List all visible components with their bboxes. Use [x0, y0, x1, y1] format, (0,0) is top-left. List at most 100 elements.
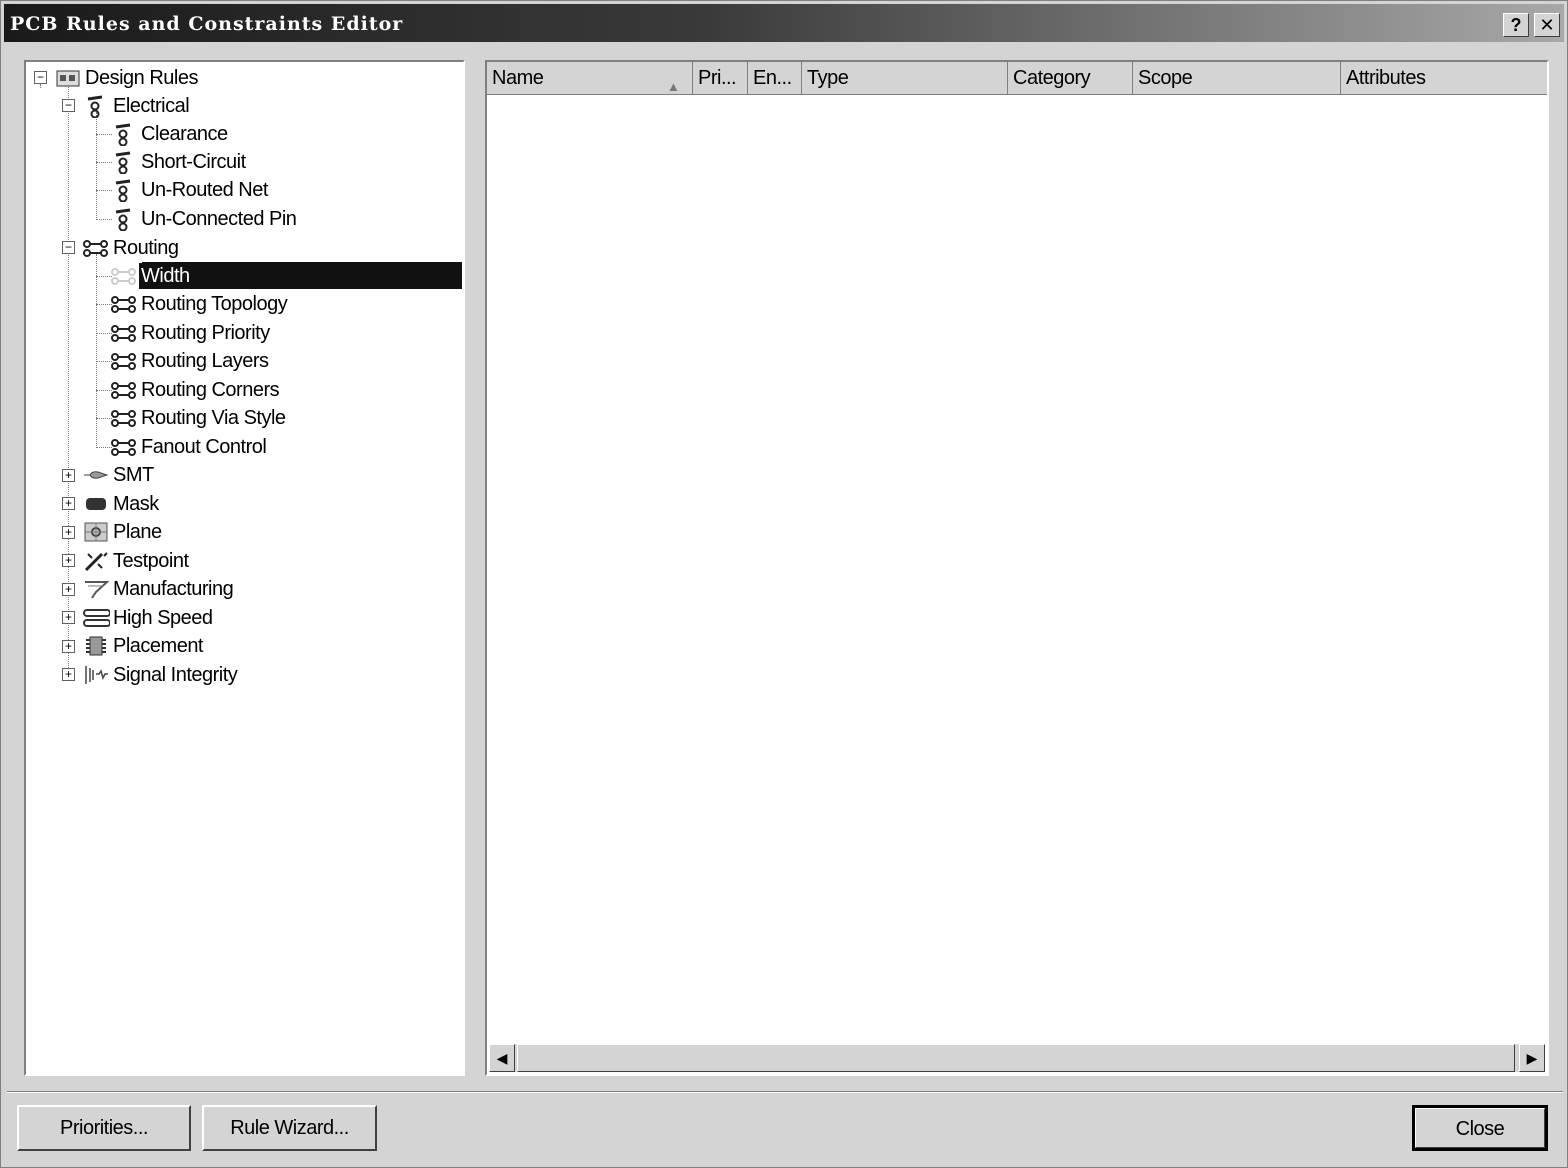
testpoint-icon	[82, 549, 110, 573]
routing-rule-icon	[110, 349, 138, 373]
help-button[interactable]: ?	[1503, 13, 1529, 37]
sort-ascending-icon: ▲	[667, 79, 680, 94]
horizontal-scrollbar[interactable]: ◀ ▶	[489, 1044, 1545, 1072]
tree-item-routing-corners[interactable]: Routing Corners	[110, 377, 281, 403]
tree-label: Signal Integrity	[113, 664, 238, 686]
tree-label: Routing Corners	[141, 379, 280, 401]
tree-item-placement[interactable]: Placement	[82, 633, 205, 659]
tree-item-routing-topology[interactable]: Routing Topology	[110, 291, 289, 317]
column-header-type[interactable]: Type	[802, 62, 1008, 94]
rules-editor-window: PCB Rules and Constraints Editor ? ✕ − D…	[0, 0, 1568, 1168]
column-header-category[interactable]: Category	[1008, 62, 1133, 94]
tree-label: Electrical	[113, 95, 190, 117]
tree-item-routing-via-style[interactable]: Routing Via Style	[110, 405, 288, 431]
manufacturing-icon	[82, 577, 110, 601]
expand-smt[interactable]: +	[62, 469, 75, 482]
expand-mask[interactable]: +	[62, 497, 75, 510]
tree-label: Design Rules	[85, 67, 198, 89]
scroll-left-button[interactable]: ◀	[489, 1044, 515, 1072]
tree-label: Fanout Control	[141, 436, 267, 458]
tree-label: SMT	[113, 464, 154, 486]
electrical-rule-icon	[110, 207, 138, 231]
smt-icon	[82, 463, 110, 487]
routing-rule-icon	[110, 378, 138, 402]
tree-label: Un-Connected Pin	[141, 208, 297, 230]
tree-item-routing-layers[interactable]: Routing Layers	[110, 348, 271, 374]
tree-item-electrical[interactable]: Electrical	[82, 93, 191, 119]
mask-icon	[82, 492, 110, 516]
tree-item-high-speed[interactable]: High Speed	[82, 605, 215, 631]
rule-wizard-button[interactable]: Rule Wizard...	[202, 1105, 377, 1151]
tree-item-un-connected-pin[interactable]: Un-Connected Pin	[110, 206, 298, 232]
placement-icon	[82, 634, 110, 658]
tree-item-width[interactable]: Width	[110, 263, 192, 289]
expand-manufacturing[interactable]: +	[62, 583, 75, 596]
tree-label: Routing Topology	[141, 293, 288, 315]
divider	[7, 1091, 1563, 1093]
tree-item-fanout-control[interactable]: Fanout Control	[110, 434, 268, 460]
electrical-icon	[82, 94, 110, 118]
tree-label: Clearance	[141, 123, 228, 145]
priorities-button[interactable]: Priorities...	[17, 1105, 191, 1151]
collapse-electrical[interactable]: −	[62, 99, 75, 112]
plane-icon	[82, 520, 110, 544]
tree-label: Routing Layers	[141, 350, 269, 372]
tree-item-un-routed-net[interactable]: Un-Routed Net	[110, 177, 270, 203]
tree-label: Routing Via Style	[141, 407, 286, 429]
design-rules-icon	[54, 66, 82, 90]
tree-label: Manufacturing	[113, 578, 234, 600]
tree-label: Un-Routed Net	[141, 179, 268, 201]
expand-placement[interactable]: +	[62, 640, 75, 653]
tree-item-routing-priority[interactable]: Routing Priority	[110, 320, 272, 346]
electrical-rule-icon	[110, 122, 138, 146]
column-label: Name	[492, 67, 544, 89]
expand-signal-integrity[interactable]: +	[62, 668, 75, 681]
tree-item-short-circuit[interactable]: Short-Circuit	[110, 149, 248, 175]
tree-label: Short-Circuit	[141, 151, 246, 173]
tree-label: Routing	[113, 237, 179, 259]
title-bar[interactable]: PCB Rules and Constraints Editor ? ✕	[4, 4, 1564, 42]
column-header-attributes[interactable]: Attributes	[1341, 62, 1547, 94]
list-header: Name ▲ Pri... En... Type Category Scope …	[487, 62, 1547, 95]
tree-item-signal-integrity[interactable]: Signal Integrity	[82, 662, 239, 688]
rules-tree[interactable]: − Design Rules − Electrical Clearance Sh…	[24, 60, 465, 1076]
column-header-scope[interactable]: Scope	[1133, 62, 1341, 94]
scroll-thumb[interactable]	[517, 1044, 1515, 1072]
tree-item-routing[interactable]: Routing	[82, 235, 180, 261]
scroll-right-button[interactable]: ▶	[1519, 1044, 1545, 1072]
tree-item-plane[interactable]: Plane	[82, 519, 164, 545]
tree-item-design-rules[interactable]: Design Rules	[54, 65, 200, 91]
collapse-design-rules[interactable]: −	[34, 71, 47, 84]
tree-label: Width	[139, 263, 192, 289]
column-header-enabled[interactable]: En...	[748, 62, 802, 94]
expand-high-speed[interactable]: +	[62, 611, 75, 624]
expand-plane[interactable]: +	[62, 526, 75, 539]
tree-item-manufacturing[interactable]: Manufacturing	[82, 576, 235, 602]
tree-label: Routing Priority	[141, 322, 270, 344]
routing-rule-icon	[110, 406, 138, 430]
tree-label: Testpoint	[113, 550, 189, 572]
routing-icon	[82, 236, 110, 260]
tree-label: Plane	[113, 521, 162, 543]
electrical-rule-icon	[110, 178, 138, 202]
routing-rule-icon	[110, 292, 138, 316]
close-button-label: Close	[1455, 1118, 1505, 1140]
tree-label: High Speed	[113, 607, 213, 629]
column-header-priority[interactable]: Pri...	[693, 62, 748, 94]
tree-item-mask[interactable]: Mask	[82, 491, 161, 517]
signal-integrity-icon	[82, 663, 110, 687]
window-title: PCB Rules and Constraints Editor	[10, 13, 404, 35]
close-button[interactable]: Close	[1412, 1105, 1548, 1151]
tree-label: Placement	[113, 635, 204, 657]
close-window-button[interactable]: ✕	[1534, 13, 1560, 37]
tree-item-testpoint[interactable]: Testpoint	[82, 548, 191, 574]
tree-item-clearance[interactable]: Clearance	[110, 121, 230, 147]
column-header-name[interactable]: Name ▲	[487, 62, 693, 94]
routing-rule-icon	[110, 435, 138, 459]
routing-rule-icon	[110, 264, 138, 288]
collapse-routing[interactable]: −	[62, 241, 75, 254]
expand-testpoint[interactable]: +	[62, 554, 75, 567]
tree-label: Mask	[113, 493, 159, 515]
tree-item-smt[interactable]: SMT	[82, 462, 156, 488]
rules-list[interactable]: Name ▲ Pri... En... Type Category Scope …	[485, 60, 1549, 1076]
